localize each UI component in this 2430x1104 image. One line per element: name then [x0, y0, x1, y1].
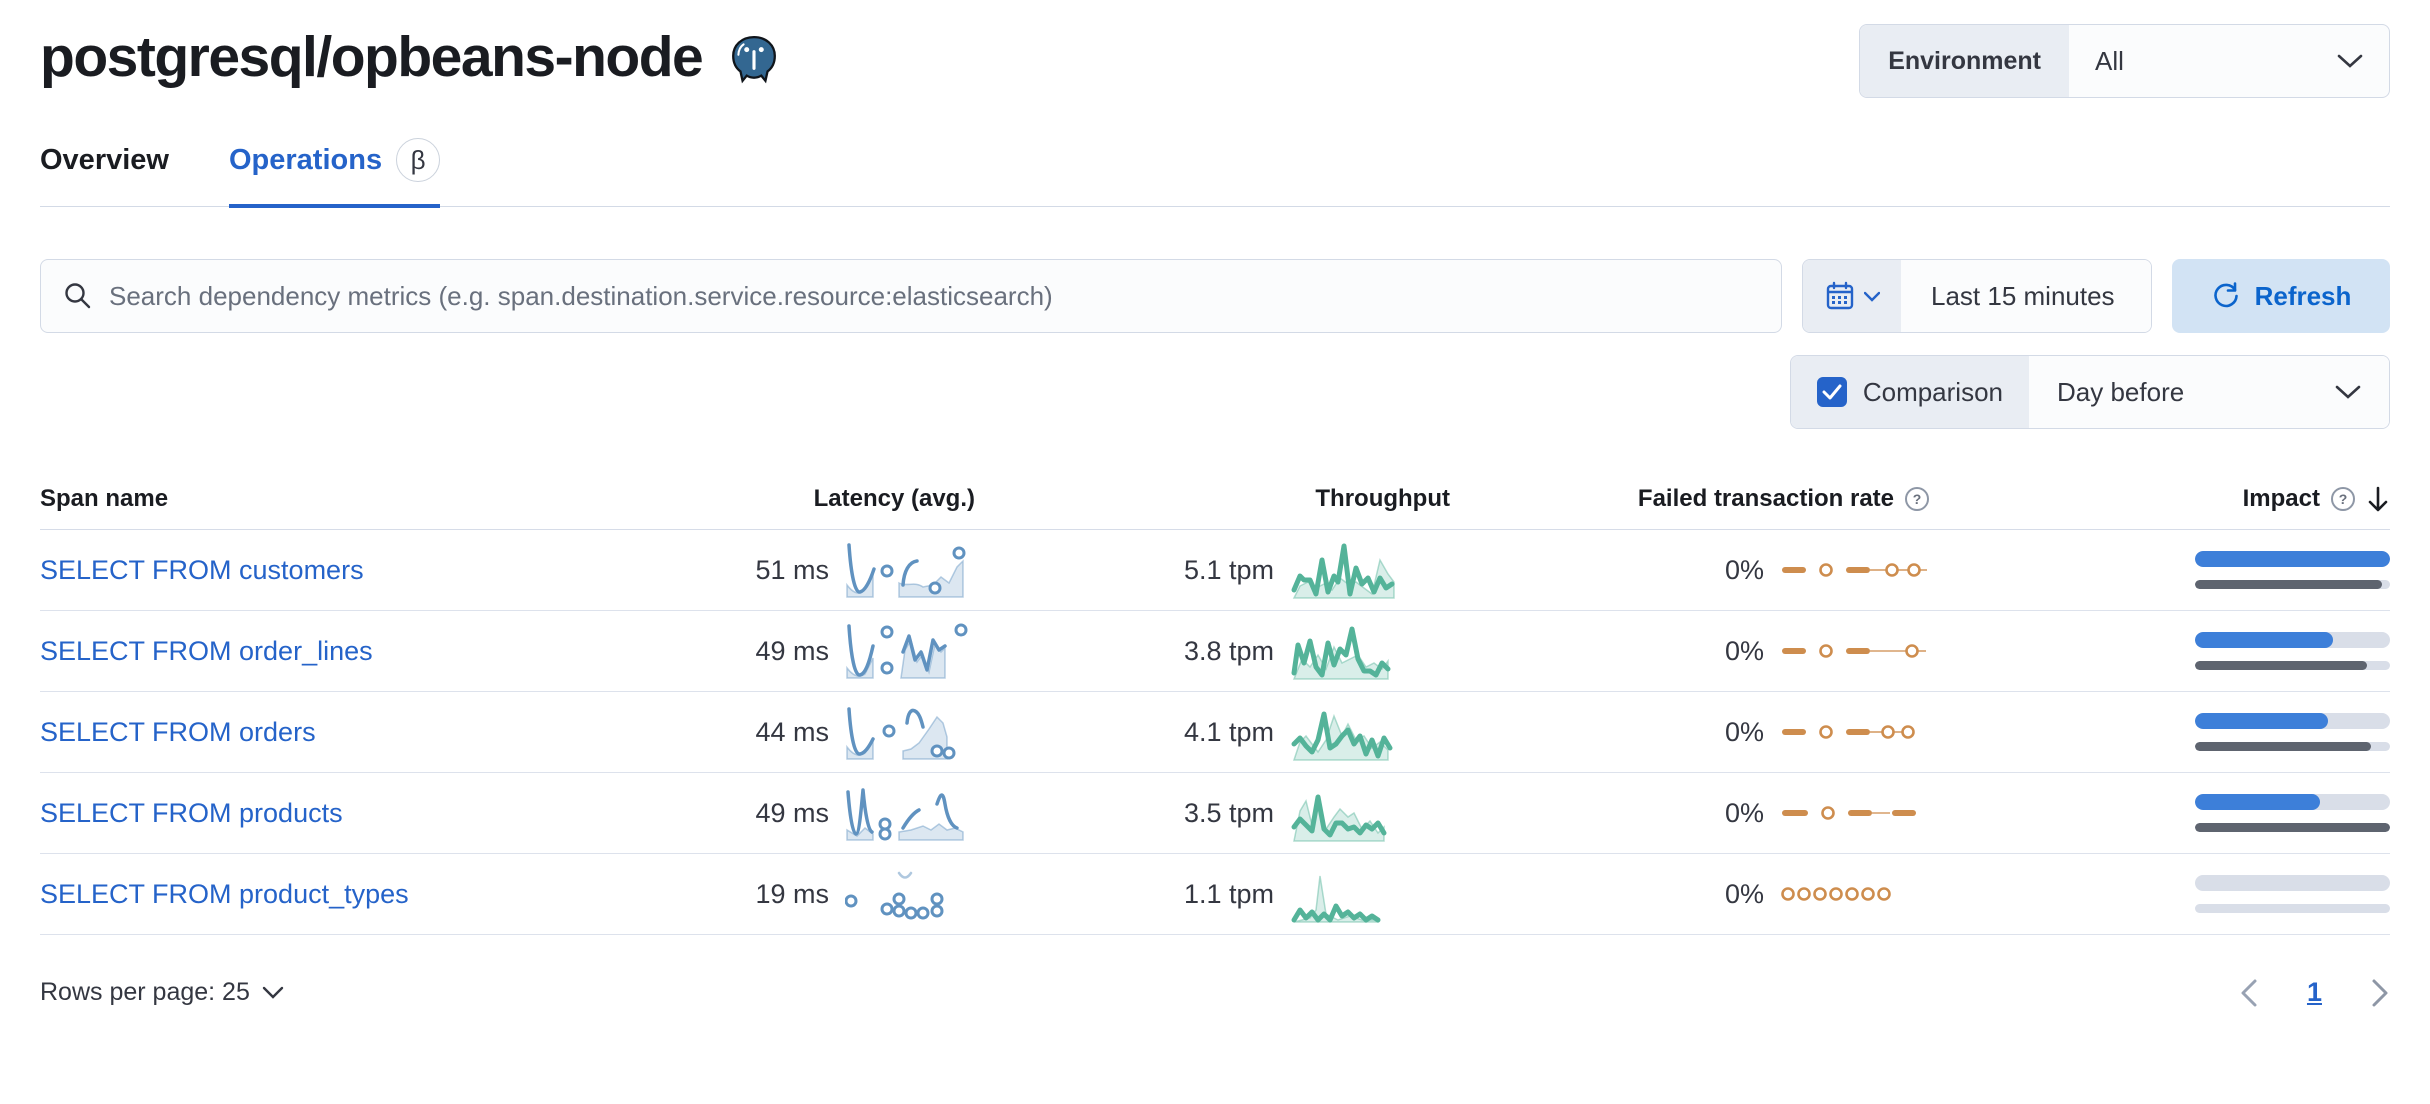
throughput-sparkline — [1290, 862, 1450, 926]
span-name-link[interactable]: SELECT FROM order_lines — [40, 636, 373, 667]
impact-bars — [2195, 632, 2390, 670]
tab-operations[interactable]: Operations β — [229, 138, 440, 208]
table-row: SELECT FROM orders 44 ms 4.1 tpm 0% — [40, 692, 2390, 773]
latency-value: 49 ms — [755, 798, 829, 829]
span-name-link[interactable]: SELECT FROM orders — [40, 717, 316, 748]
throughput-value: 1.1 tpm — [1184, 879, 1274, 910]
throughput-sparkline — [1290, 538, 1450, 602]
failed-rate-sparkline — [1780, 799, 1930, 827]
failed-rate-value: 0% — [1725, 717, 1764, 748]
failed-rate-value: 0% — [1725, 636, 1764, 667]
comparison-select[interactable]: Day before — [2029, 356, 2389, 428]
col-throughput[interactable]: Throughput — [975, 485, 1450, 513]
latency-sparkline — [845, 865, 975, 923]
chevron-right-icon — [2370, 978, 2390, 1008]
date-picker: Last 15 minutes — [1802, 259, 2152, 333]
page-title: postgresql/opbeans-node — [40, 24, 702, 90]
environment-selector[interactable]: Environment All — [1859, 24, 2390, 98]
pagination: 1 — [2239, 977, 2390, 1008]
chevron-down-icon — [1864, 291, 1880, 302]
page-number[interactable]: 1 — [2307, 977, 2322, 1008]
rows-per-page-button[interactable]: Rows per page: 25 — [40, 978, 284, 1007]
comparison-group: Comparison Day before — [1790, 355, 2390, 429]
table-row: SELECT FROM products 49 ms 3.5 tpm 0% — [40, 773, 2390, 854]
latency-sparkline — [845, 703, 975, 761]
latency-value: 19 ms — [755, 879, 829, 910]
operations-table: Span name Latency (avg.) Throughput Fail… — [40, 485, 2390, 1038]
page-header: postgresql/opbeans-node Environment All — [40, 24, 2390, 98]
throughput-sparkline — [1290, 700, 1450, 764]
apm-dependency-page: postgresql/opbeans-node Environment All … — [0, 0, 2430, 1038]
throughput-value: 5.1 tpm — [1184, 555, 1274, 586]
col-span-name[interactable]: Span name — [40, 485, 675, 513]
tab-bar: Overview Operations β — [40, 138, 2390, 207]
throughput-value: 3.8 tpm — [1184, 636, 1274, 667]
latency-value: 44 ms — [755, 717, 829, 748]
sort-desc-icon — [2366, 485, 2390, 513]
next-page-button[interactable] — [2370, 978, 2390, 1008]
chevron-down-icon — [262, 986, 284, 1000]
impact-bars — [2195, 794, 2390, 832]
query-controls: Last 15 minutes Refresh — [40, 259, 2390, 333]
latency-sparkline — [845, 784, 975, 842]
span-name-link[interactable]: SELECT FROM products — [40, 798, 343, 829]
search-input[interactable] — [109, 281, 1759, 312]
throughput-sparkline — [1290, 619, 1450, 683]
latency-value: 51 ms — [755, 555, 829, 586]
col-failed-rate[interactable]: Failed transaction rate ? — [1450, 485, 1930, 513]
environment-value: All — [2095, 46, 2124, 77]
throughput-value: 3.5 tpm — [1184, 798, 1274, 829]
time-range-value[interactable]: Last 15 minutes — [1901, 260, 2151, 332]
failed-rate-value: 0% — [1725, 879, 1764, 910]
check-icon — [1822, 384, 1842, 400]
chevron-down-icon — [2337, 53, 2363, 69]
span-name-link[interactable]: SELECT FROM product_types — [40, 879, 409, 910]
search-box — [40, 259, 1782, 333]
tab-overview[interactable]: Overview — [40, 138, 169, 208]
comparison-checkbox[interactable] — [1817, 377, 1847, 407]
date-quick-select-button[interactable] — [1803, 260, 1901, 332]
chevron-down-icon — [2335, 384, 2361, 400]
calendar-icon — [1824, 280, 1856, 312]
table-row: SELECT FROM product_types 19 ms 1.1 tpm … — [40, 854, 2390, 935]
svg-text:?: ? — [2339, 491, 2348, 507]
col-impact[interactable]: Impact ? — [1930, 485, 2390, 513]
table-row: SELECT FROM customers 51 ms 5.1 tpm 0% — [40, 530, 2390, 611]
table-row: SELECT FROM order_lines 49 ms 3.8 tpm 0% — [40, 611, 2390, 692]
table-footer: Rows per page: 25 1 — [40, 977, 2390, 1038]
beta-badge: β — [396, 138, 440, 182]
throughput-sparkline — [1290, 781, 1450, 845]
failed-rate-value: 0% — [1725, 555, 1764, 586]
search-icon — [63, 281, 93, 311]
failed-rate-sparkline — [1780, 718, 1930, 746]
latency-sparkline — [845, 622, 975, 680]
table-header-row: Span name Latency (avg.) Throughput Fail… — [40, 485, 2390, 530]
environment-label: Environment — [1860, 25, 2069, 97]
question-icon: ? — [1904, 486, 1930, 512]
svg-text:?: ? — [1913, 491, 1922, 507]
postgresql-logo-icon — [728, 34, 780, 86]
throughput-value: 4.1 tpm — [1184, 717, 1274, 748]
failed-rate-value: 0% — [1725, 798, 1764, 829]
prev-page-button[interactable] — [2239, 978, 2259, 1008]
refresh-button[interactable]: Refresh — [2172, 259, 2390, 333]
failed-rate-sparkline — [1780, 880, 1930, 908]
chevron-left-icon — [2239, 978, 2259, 1008]
refresh-icon — [2211, 281, 2241, 311]
latency-sparkline — [845, 541, 975, 599]
comparison-controls: Comparison Day before — [40, 355, 2390, 429]
failed-rate-sparkline — [1780, 637, 1930, 665]
impact-bars — [2195, 875, 2390, 913]
failed-rate-sparkline — [1780, 556, 1930, 584]
span-name-link[interactable]: SELECT FROM customers — [40, 555, 364, 586]
question-icon: ? — [2330, 486, 2356, 512]
comparison-label: Comparison — [1863, 377, 2003, 408]
impact-bars — [2195, 551, 2390, 589]
col-latency[interactable]: Latency (avg.) — [675, 485, 975, 513]
latency-value: 49 ms — [755, 636, 829, 667]
impact-bars — [2195, 713, 2390, 751]
